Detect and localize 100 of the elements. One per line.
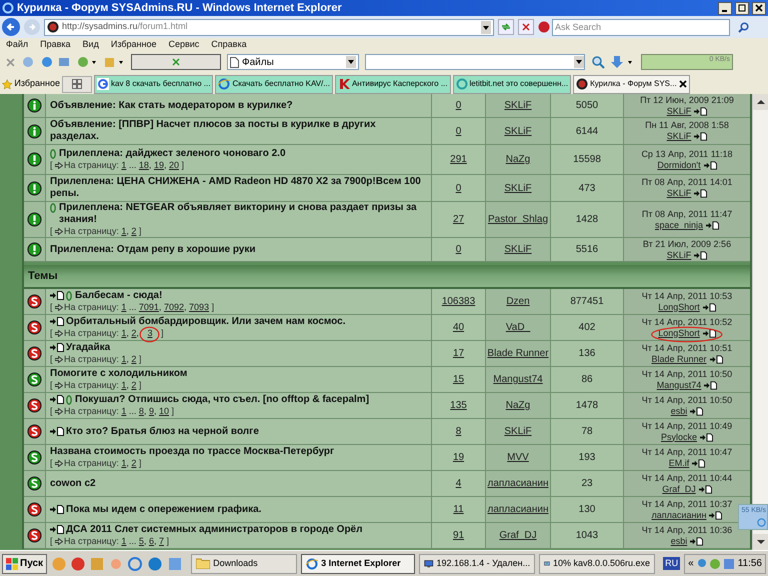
browser-tab[interactable]: kav 8 скачать бесплатно ... — [94, 74, 214, 94]
menu-item[interactable]: Правка — [40, 38, 71, 52]
last-post-icon[interactable] — [694, 132, 708, 141]
page-link[interactable]: 1 ... — [121, 536, 136, 546]
page-link[interactable]: 2, — [131, 328, 139, 338]
author-link[interactable]: VaD_ — [506, 322, 530, 333]
new-post-icon[interactable] — [50, 395, 64, 404]
stop-button[interactable] — [518, 19, 534, 35]
minimize-button[interactable] — [718, 2, 732, 14]
dropdown-icon[interactable] — [346, 56, 356, 68]
page-link[interactable]: 7091, — [138, 302, 162, 312]
replies-link[interactable]: 135 — [450, 398, 467, 413]
topic-title-link[interactable]: Названа стоимость проезда по трассе Москва-Петербург — [50, 446, 334, 458]
author-link[interactable]: SKLiF — [504, 182, 532, 194]
page-link[interactable]: 19, — [154, 160, 166, 170]
page-link[interactable]: 8, — [138, 406, 146, 416]
page-link[interactable]: 1 ... — [121, 406, 136, 416]
last-post-icon[interactable] — [710, 354, 723, 364]
last-post-author[interactable]: Dormidon't — [657, 160, 701, 170]
last-post-author[interactable]: esbi — [670, 536, 688, 546]
page-link[interactable]: 18, — [138, 160, 152, 170]
replies-link[interactable]: 8 — [456, 424, 462, 439]
topic-title-link[interactable]: Покушал? Отпишись сюда, что съел. [no offtop & facepalm] — [75, 394, 370, 406]
topic-title-link[interactable]: Прилеплена: дайджест зеленого чоноваго 2.0 — [59, 148, 286, 160]
address-field[interactable]: http://sysadmins.ru/forum1.html — [44, 18, 494, 36]
topic-title-link[interactable]: Угадайка — [66, 342, 110, 354]
last-post-author[interactable]: SKLiF — [666, 106, 692, 116]
page-link[interactable]: 1 ... — [121, 302, 136, 312]
last-post-author[interactable]: Psylocke — [660, 432, 697, 442]
taskbar-button[interactable]: 3 Internet Explorer — [301, 554, 416, 574]
replies-link[interactable]: 4 — [456, 476, 462, 491]
page-link[interactable]: 7092, — [164, 302, 186, 312]
author-link[interactable]: SKLiF — [504, 426, 532, 437]
language-indicator[interactable]: RU — [663, 556, 680, 570]
replies-link[interactable]: 291 — [450, 152, 467, 167]
tab-grid-button[interactable] — [62, 76, 92, 92]
author-link[interactable]: NaZg — [506, 154, 530, 165]
close-button[interactable] — [752, 2, 766, 14]
dropdown-icon[interactable] — [481, 20, 491, 34]
topic-title-link[interactable]: Прилеплена: NETGEAR объявляет викторину и снова раздает призы за знания! — [59, 202, 427, 226]
search-icon[interactable] — [591, 55, 605, 69]
download-arrow-icon[interactable] — [611, 55, 635, 69]
scrollbar[interactable] — [752, 94, 768, 550]
search-field[interactable]: Ask Search — [552, 18, 730, 36]
replies-link[interactable]: 27 — [452, 212, 464, 227]
page-link[interactable]: 1 ... — [121, 160, 136, 170]
last-post-author[interactable]: Graf_DJ — [662, 484, 696, 494]
replies-link[interactable]: 0 — [456, 98, 462, 113]
last-post-author[interactable]: SKLiF — [666, 131, 692, 142]
last-post-author[interactable]: Blade Runner — [651, 354, 707, 364]
taskbar-button[interactable]: Downloads — [191, 554, 298, 574]
last-post-author[interactable]: SKLiF — [666, 250, 692, 260]
text-field[interactable] — [365, 54, 585, 70]
replies-link[interactable]: 0 — [456, 180, 462, 196]
browser-tab[interactable]: Скачать бесплатно KAV/... — [215, 74, 333, 94]
toolbar-icons-drawing[interactable] — [21, 55, 125, 69]
page-link[interactable]: 2 — [131, 354, 136, 364]
author-link[interactable]: MVV — [507, 452, 529, 463]
replies-link[interactable]: 91 — [452, 528, 464, 543]
replies-link[interactable]: 17 — [452, 346, 464, 361]
topic-title-link[interactable]: Орбитальный бомбардировщик. Или зачем нам космос. — [66, 316, 346, 328]
page-link[interactable]: 2 — [131, 458, 136, 468]
author-link[interactable]: SKLiF — [504, 126, 532, 136]
last-post-icon[interactable] — [706, 220, 720, 230]
close-icon[interactable] — [678, 80, 687, 88]
topic-title-link[interactable]: Помогите с холодильником — [50, 368, 188, 380]
taskbar-button[interactable]: 192.168.1.4 - Удален... — [419, 554, 536, 574]
last-post-author[interactable]: esbi — [670, 406, 688, 416]
page-link[interactable]: 5, — [138, 536, 146, 546]
page-link[interactable]: 1, — [121, 458, 129, 468]
new-post-icon[interactable] — [50, 504, 64, 514]
dropdown-icon[interactable] — [574, 56, 584, 68]
last-post-author[interactable]: лапласианин — [652, 510, 706, 520]
topic-title-link[interactable]: cowon c2 — [50, 478, 96, 490]
author-link[interactable]: NaZg — [506, 400, 530, 411]
last-post-icon[interactable] — [702, 328, 716, 338]
browser-tab[interactable]: Антивирус Касперского ... — [334, 74, 450, 94]
page-link[interactable]: 9, — [148, 406, 156, 416]
page-link[interactable]: 2 — [131, 380, 136, 390]
back-button[interactable] — [2, 18, 20, 36]
last-post-author[interactable]: SKLiF — [666, 188, 692, 199]
toolbar-button[interactable] — [131, 54, 221, 70]
new-post-icon[interactable] — [50, 525, 64, 534]
browser-tab[interactable]: letitbit.net это совершенн... — [452, 74, 572, 94]
last-post-icon[interactable] — [690, 406, 704, 416]
page-link[interactable]: 6, — [148, 536, 156, 546]
last-post-icon[interactable] — [694, 250, 708, 260]
last-post-author[interactable]: Mangust74 — [656, 380, 702, 390]
scroll-up-icon[interactable] — [753, 94, 768, 110]
taskbar-button[interactable]: 10% kav8.0.0.506ru.exe — [539, 554, 656, 574]
last-post-icon[interactable] — [698, 484, 712, 494]
page-link[interactable]: 1, — [121, 328, 129, 338]
last-post-icon[interactable] — [694, 189, 708, 198]
last-post-icon[interactable] — [690, 536, 704, 546]
replies-link[interactable]: 19 — [452, 450, 464, 465]
topic-title-link[interactable]: Балбесам - сюда! — [75, 290, 162, 302]
page-link[interactable]: 10 — [158, 406, 169, 416]
topic-title-link[interactable]: ДСА 2011 Слет системных администраторов в городе Орёл — [66, 524, 362, 536]
refresh-button[interactable] — [498, 19, 514, 35]
favorites-label[interactable]: Избранное — [14, 77, 60, 91]
